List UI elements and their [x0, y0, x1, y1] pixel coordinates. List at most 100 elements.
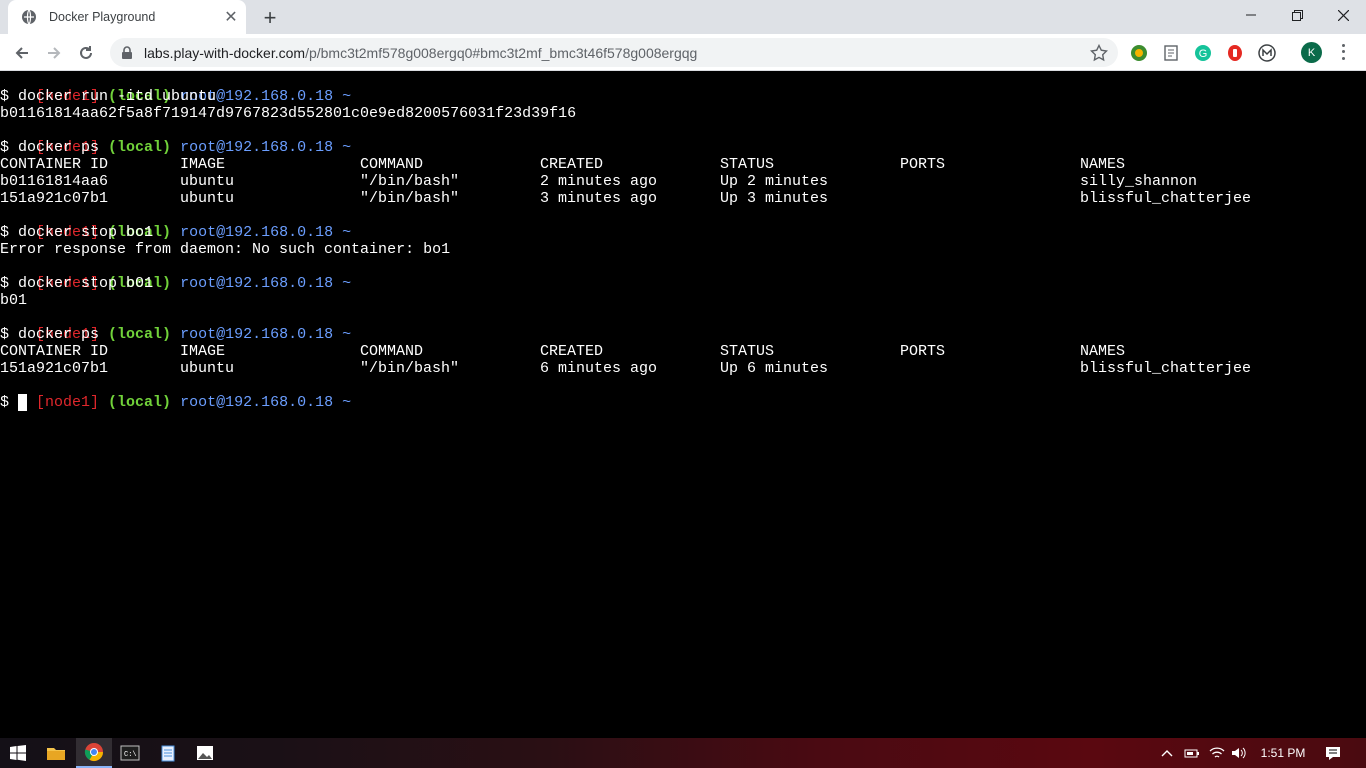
- header-command: COMMAND: [360, 156, 424, 173]
- command-input-line[interactable]: $: [0, 394, 18, 411]
- header-names: NAMES: [1080, 343, 1126, 360]
- table-row: 151a921c07b1 ubuntu "/bin/bash" 6 minute…: [0, 360, 1366, 377]
- header-container-id: CONTAINER ID: [0, 343, 109, 360]
- prompt-line: [node1] (local) root@192.168.0.18 ~: [0, 309, 351, 343]
- header-command: COMMAND: [360, 343, 424, 360]
- cell-names: blissful_chatterjee: [1080, 360, 1252, 377]
- header-image: IMAGE: [180, 156, 226, 173]
- cell-created: 3 minutes ago: [540, 190, 658, 207]
- terminal-cursor: [18, 394, 27, 411]
- cell-status: Up 2 minutes: [720, 173, 829, 190]
- tab-close-icon[interactable]: ✕: [221, 7, 241, 27]
- lock-icon[interactable]: [120, 45, 134, 60]
- command-line: $ docker ps: [0, 326, 100, 343]
- minimize-icon[interactable]: [1228, 0, 1274, 30]
- cell-names: blissful_chatterjee: [1080, 190, 1252, 207]
- cell-status: Up 3 minutes: [720, 190, 829, 207]
- reload-icon[interactable]: [72, 39, 100, 67]
- header-container-id: CONTAINER ID: [0, 156, 109, 173]
- header-created: CREATED: [540, 156, 604, 173]
- browser-toolbar: labs.play-with-docker.com/p/bmc3t2mf578g…: [0, 34, 1366, 71]
- system-clock[interactable]: 1:51 PM: [1255, 738, 1311, 768]
- command-line: $ docker ps: [0, 139, 100, 156]
- header-ports: PORTS: [900, 156, 946, 173]
- browser-menu-icon[interactable]: [1338, 42, 1348, 62]
- grammarly-icon[interactable]: G: [1194, 44, 1212, 62]
- globe-icon: [21, 9, 37, 25]
- cell-container-id: b01161814aa6: [0, 173, 109, 190]
- url-path: /p/bmc3t2mf578g008ergq0#bmc3t2mf_bmc3t46…: [305, 44, 698, 61]
- output-line: b01: [0, 292, 28, 309]
- browser-tab[interactable]: Docker Playground ✕: [8, 0, 246, 34]
- file-explorer-icon[interactable]: [38, 738, 74, 768]
- battery-icon[interactable]: [1183, 738, 1201, 768]
- url-text[interactable]: labs.play-with-docker.com/p/bmc3t2mf578g…: [144, 45, 1090, 61]
- cell-command: "/bin/bash": [360, 360, 460, 377]
- prompt-tilde: ~: [342, 394, 352, 411]
- star-icon[interactable]: [1090, 43, 1108, 62]
- cell-created: 6 minutes ago: [540, 360, 658, 377]
- svg-text:C:\: C:\: [124, 751, 137, 759]
- prompt-host: root@192.168.0.18: [180, 326, 334, 343]
- tab-strip: Docker Playground ✕ +: [0, 0, 1366, 34]
- prompt-host: root@192.168.0.18: [180, 275, 334, 292]
- close-icon[interactable]: [1320, 0, 1366, 30]
- prompt-tilde: ~: [342, 275, 352, 292]
- windows-taskbar: C:\ 1:51 PM: [0, 738, 1366, 768]
- header-status: STATUS: [720, 156, 775, 173]
- prompt-line: [node1] (local) root@192.168.0.18 ~: [0, 71, 351, 105]
- notifications-icon[interactable]: [1320, 738, 1346, 768]
- prompt-tilde: ~: [342, 139, 352, 156]
- header-image: IMAGE: [180, 343, 226, 360]
- chevron-up-icon[interactable]: [1158, 738, 1176, 768]
- maximize-icon[interactable]: [1274, 0, 1320, 30]
- table-header: CONTAINER ID IMAGE COMMAND CREATED STATU…: [0, 156, 1366, 173]
- table-header: CONTAINER ID IMAGE COMMAND CREATED STATU…: [0, 343, 1366, 360]
- cell-command: "/bin/bash": [360, 173, 460, 190]
- table-row: b01161814aa6 ubuntu "/bin/bash" 2 minute…: [0, 173, 1366, 190]
- prompt-host: root@192.168.0.18: [180, 394, 334, 411]
- header-status: STATUS: [720, 343, 775, 360]
- command-line: $ docker stop bo1: [0, 224, 154, 241]
- profile-avatar[interactable]: K: [1301, 42, 1322, 63]
- table-row: 151a921c07b1 ubuntu "/bin/bash" 3 minute…: [0, 190, 1366, 207]
- prompt-local: (local): [108, 326, 172, 343]
- address-bar[interactable]: labs.play-with-docker.com/p/bmc3t2mf578g…: [110, 38, 1118, 67]
- extension-document-icon[interactable]: [1162, 44, 1180, 62]
- forward-icon[interactable]: [40, 39, 68, 67]
- photos-icon[interactable]: [187, 738, 223, 768]
- header-names: NAMES: [1080, 156, 1126, 173]
- terminal-window[interactable]: [node1] (local) root@192.168.0.18 ~ $ do…: [0, 71, 1366, 738]
- prompt-line: [node1] (local) root@192.168.0.18 ~: [0, 207, 351, 241]
- chrome-taskbar-icon[interactable]: [76, 738, 112, 768]
- windows-start-icon[interactable]: [0, 738, 36, 768]
- prompt-line: [node1] (local) root@192.168.0.18 ~: [0, 258, 351, 292]
- wifi-icon[interactable]: [1208, 738, 1226, 768]
- cell-image: ubuntu: [180, 190, 235, 207]
- prompt-tilde: ~: [342, 224, 352, 241]
- prompt-host: root@192.168.0.18: [180, 139, 334, 156]
- volume-icon[interactable]: [1230, 738, 1248, 768]
- cell-image: ubuntu: [180, 173, 235, 190]
- cell-image: ubuntu: [180, 360, 235, 377]
- command-prompt-icon[interactable]: C:\: [112, 738, 148, 768]
- prompt-local: (local): [108, 394, 172, 411]
- new-tab-button[interactable]: +: [258, 5, 282, 30]
- svg-text:G: G: [1199, 48, 1208, 60]
- command-line: $ docker stop b01: [0, 275, 154, 292]
- tab-title: Docker Playground: [49, 10, 156, 24]
- prompt-node: [node1]: [36, 394, 100, 411]
- prompt-line: [node1] (local) root@192.168.0.18 ~: [0, 377, 351, 411]
- cell-container-id: 151a921c07b1: [0, 190, 109, 207]
- cell-created: 2 minutes ago: [540, 173, 658, 190]
- back-icon[interactable]: [8, 39, 36, 67]
- notepad-icon[interactable]: [150, 738, 186, 768]
- extension-m-icon[interactable]: [1258, 44, 1276, 62]
- cell-names: silly_shannon: [1080, 173, 1198, 190]
- header-ports: PORTS: [900, 343, 946, 360]
- extension-red-hand-icon[interactable]: [1226, 44, 1244, 62]
- url-host: labs.play-with-docker.com: [144, 44, 306, 61]
- extension-globe-icon[interactable]: [1130, 44, 1148, 62]
- output-line: b01161814aa62f5a8f719147d9767823d552801c…: [0, 105, 577, 122]
- command-line: $ docker run -itd ubuntu: [0, 88, 217, 105]
